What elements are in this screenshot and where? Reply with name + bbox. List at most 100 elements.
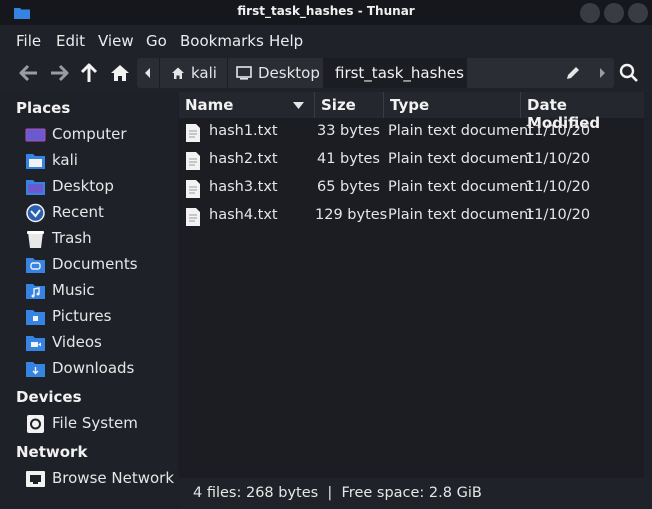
maximize-button[interactable] — [604, 3, 624, 23]
sidebar-item-label: Pictures — [52, 307, 112, 325]
sidebar-item-browse-network[interactable]: Browse Network — [0, 466, 176, 492]
file-size: 129 bytes — [315, 207, 388, 223]
sidebar-item-label: File System — [52, 414, 138, 432]
sidebar-item-kali[interactable]: kali — [0, 148, 176, 174]
arrow-right-icon — [51, 64, 69, 82]
sidebar-item-videos[interactable]: Videos — [0, 330, 176, 356]
crumb-current-folder[interactable]: first_task_hashes — [323, 58, 467, 88]
home-folder-icon — [26, 154, 45, 169]
table-row[interactable]: hash4.txt 129 bytes Plain text document … — [179, 202, 644, 230]
section-title-places: Places — [16, 99, 71, 117]
sort-descending-icon — [293, 102, 304, 109]
sidebar-item-label: Downloads — [52, 359, 135, 377]
menu-view[interactable]: View — [98, 32, 134, 50]
back-button[interactable] — [16, 60, 42, 86]
sidebar-item-label: Trash — [52, 229, 92, 247]
text-file-icon — [186, 208, 200, 226]
column-header-date-modified[interactable]: Date Modified — [521, 92, 644, 132]
file-date: 11/10/20 — [525, 123, 591, 139]
downloads-folder-icon — [26, 362, 45, 377]
search-button[interactable] — [616, 60, 642, 86]
desktop-icon — [236, 66, 252, 80]
trash-icon — [27, 231, 44, 248]
sidebar-item-file-system[interactable]: File System — [0, 411, 176, 437]
menu-file[interactable]: File — [16, 32, 41, 50]
file-size: 33 bytes — [316, 123, 380, 139]
path-scroll-left[interactable] — [137, 58, 159, 88]
pencil-icon — [567, 67, 579, 79]
menu-edit[interactable]: Edit — [56, 32, 85, 50]
file-type: Plain text document — [388, 179, 534, 195]
chevron-left-icon — [145, 68, 150, 78]
drive-icon — [27, 415, 44, 433]
crumb-desktop[interactable]: Desktop — [233, 58, 321, 88]
scrollbar[interactable] — [644, 92, 652, 478]
close-button[interactable] — [628, 3, 648, 23]
column-header-size[interactable]: Size — [315, 92, 384, 118]
sidebar-item-trash[interactable]: Trash — [0, 226, 176, 252]
forward-button[interactable] — [46, 60, 72, 86]
file-type: Plain text document — [388, 123, 534, 139]
path-bar: kali Desktop first_task_hashes — [137, 58, 614, 88]
sidebar-item-downloads[interactable]: Downloads — [0, 356, 176, 382]
menu-bar: File Edit View Go Bookmarks Help — [0, 25, 652, 55]
computer-icon — [25, 128, 46, 142]
window-title: first_task_hashes - Thunar — [237, 4, 415, 18]
sidebar-item-pictures[interactable]: Pictures — [0, 304, 176, 330]
table-row[interactable]: hash2.txt 41 bytes Plain text document 1… — [179, 146, 644, 174]
arrow-left-icon — [19, 64, 37, 82]
crumb-home[interactable]: kali — [167, 58, 225, 88]
title-bar: first_task_hashes - Thunar — [0, 0, 652, 25]
sidebar-item-label: Recent — [52, 203, 104, 221]
sidebar: Places Computer kali Desktop Recent Tras… — [0, 92, 178, 509]
sidebar-item-label: Computer — [52, 125, 127, 143]
home-icon — [172, 67, 184, 79]
column-header-name[interactable]: Name — [179, 92, 315, 118]
file-name: hash3.txt — [209, 179, 278, 195]
sidebar-item-desktop[interactable]: Desktop — [0, 174, 176, 200]
column-header-type[interactable]: Type — [384, 92, 521, 118]
file-size: 41 bytes — [316, 151, 380, 167]
sidebar-item-label: Desktop — [52, 177, 114, 195]
file-list: Name Size Type Date Modified hash1.txt 3… — [179, 92, 644, 478]
minimize-button[interactable] — [580, 3, 600, 23]
desktop-folder-icon — [26, 180, 45, 195]
search-icon — [619, 63, 638, 82]
file-type: Plain text document — [388, 151, 534, 167]
section-title-network: Network — [16, 443, 88, 461]
section-title-devices: Devices — [16, 388, 82, 406]
network-icon — [26, 471, 45, 487]
sidebar-item-label: Documents — [52, 255, 138, 273]
sidebar-item-documents[interactable]: Documents — [0, 252, 176, 278]
file-size: 65 bytes — [316, 179, 380, 195]
path-separator — [227, 58, 228, 88]
pictures-folder-icon — [26, 310, 45, 325]
music-folder-icon — [26, 284, 45, 299]
home-icon — [111, 65, 129, 81]
recent-icon — [26, 203, 45, 223]
sidebar-item-recent[interactable]: Recent — [0, 200, 176, 226]
menu-bookmarks[interactable]: Bookmarks — [180, 32, 264, 50]
menu-help[interactable]: Help — [269, 32, 303, 50]
path-separator — [159, 58, 160, 88]
status-text: 4 files: 268 bytes | Free space: 2.8 GiB — [193, 485, 482, 501]
table-row[interactable]: hash3.txt 65 bytes Plain text document 1… — [179, 174, 644, 202]
status-bar: 4 files: 268 bytes | Free space: 2.8 GiB — [179, 478, 652, 509]
edit-location-button[interactable] — [559, 58, 587, 88]
sidebar-item-music[interactable]: Music — [0, 278, 176, 304]
table-row[interactable]: hash1.txt 33 bytes Plain text document 1… — [179, 118, 644, 146]
arrow-up-icon — [80, 63, 98, 82]
text-file-icon — [186, 124, 200, 142]
sidebar-item-label: Browse Network — [52, 469, 175, 487]
sidebar-item-label: Music — [52, 281, 95, 299]
home-button[interactable] — [107, 60, 133, 86]
menu-go[interactable]: Go — [146, 32, 167, 50]
up-button[interactable] — [76, 60, 102, 86]
sidebar-item-computer[interactable]: Computer — [0, 122, 176, 148]
file-name: hash1.txt — [209, 123, 278, 139]
path-scroll-right[interactable] — [591, 58, 613, 88]
text-file-icon — [186, 180, 200, 198]
crumb-label: Desktop — [258, 64, 320, 82]
file-name: hash4.txt — [209, 207, 278, 223]
crumb-label: kali — [191, 64, 217, 82]
